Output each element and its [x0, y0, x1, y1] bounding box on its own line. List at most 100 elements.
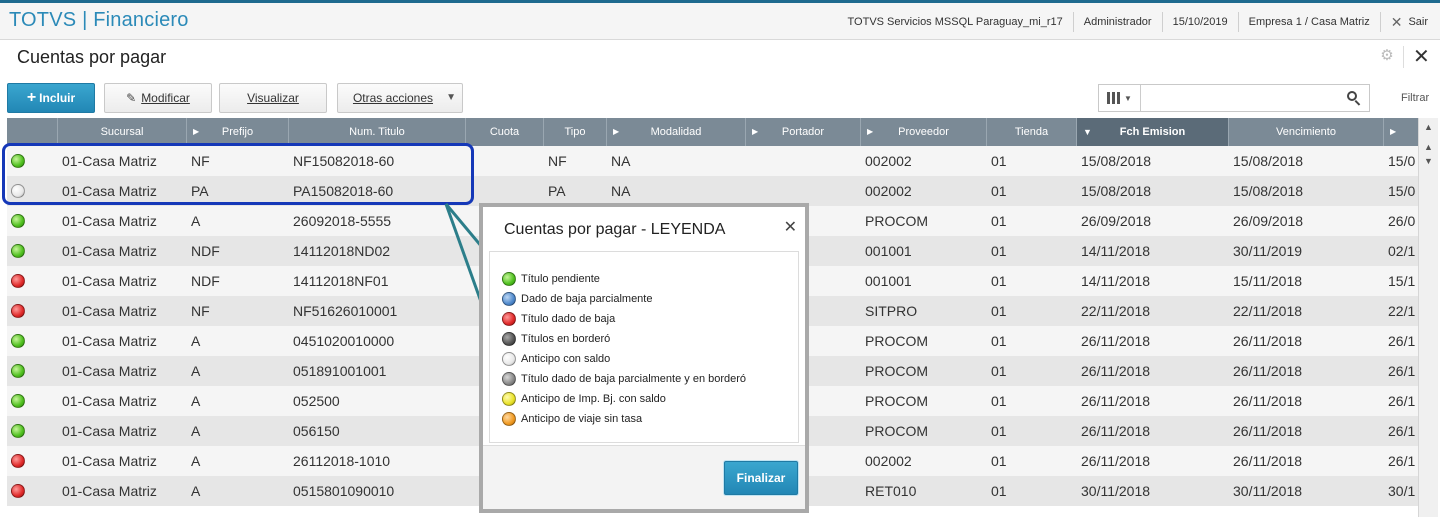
col-prefijo-label: Prefijo: [221, 126, 254, 138]
search-icon[interactable]: [1347, 91, 1361, 106]
cell-prefijo: NF: [191, 303, 210, 319]
status-green-icon[interactable]: [11, 364, 25, 378]
cell-tienda: 01: [991, 243, 1007, 259]
sort-down-icon: ▼: [1083, 127, 1092, 137]
cell-more: 22/1: [1388, 303, 1416, 319]
cell-more: 02/1: [1388, 243, 1416, 259]
cell-sucursal: 01-Casa Matriz: [62, 483, 157, 499]
cell-more: 30/1: [1388, 483, 1416, 499]
status-green-icon: [502, 272, 516, 286]
col-sucursal[interactable]: Sucursal: [58, 118, 187, 146]
view-button[interactable]: Visualizar: [219, 83, 327, 113]
legend-dialog: Cuentas por pagar - LEYENDA ✕ Título pen…: [479, 203, 809, 513]
filter-link[interactable]: Filtrar: [1401, 92, 1429, 104]
col-vencimiento[interactable]: Vencimiento: [1229, 118, 1384, 146]
logout-button[interactable]: ✕ Sair: [1379, 11, 1440, 32]
column-selector[interactable]: ▼: [1099, 85, 1141, 111]
status-red-icon[interactable]: [11, 454, 25, 468]
finish-button[interactable]: Finalizar: [724, 461, 798, 495]
scroll-up-icon[interactable]: ▲: [1419, 122, 1438, 132]
cell-vencimiento: 26/11/2018: [1233, 453, 1303, 469]
cell-vencimiento: 15/11/2018: [1233, 273, 1303, 289]
gear-icon[interactable]: ⚙: [1379, 48, 1395, 64]
legend-list: Título pendiente Dado de baja parcialment…: [489, 251, 799, 443]
user-label: Administrador: [1072, 11, 1162, 32]
cell-status: [7, 416, 58, 446]
cell-proveedor: 002002: [865, 453, 912, 469]
col-fch-emision[interactable]: ▼ Fch Emision: [1077, 118, 1229, 146]
col-portador[interactable]: ▶ Portador: [746, 118, 861, 146]
col-fch-emision-label: Fch Emision: [1119, 126, 1186, 138]
server-label: TOTVS Servicios MSSQL Paraguay_mi_r17: [847, 15, 1063, 28]
cell-fch-emision: 26/11/2018: [1081, 423, 1151, 439]
cell-tienda: 01: [991, 153, 1007, 169]
cell-status: [7, 476, 58, 506]
col-tienda[interactable]: Tienda: [987, 118, 1077, 146]
cell-tienda: 01: [991, 453, 1007, 469]
cell-fch-emision: 26/11/2018: [1081, 393, 1151, 409]
legend-item: Dado de baja parcialmente: [502, 291, 652, 307]
status-green-icon[interactable]: [11, 214, 25, 228]
page-down-icon[interactable]: ▼: [1419, 156, 1438, 166]
cell-prefijo: A: [191, 423, 201, 439]
cell-prefijo: A: [191, 393, 201, 409]
cell-sucursal: 01-Casa Matriz: [62, 423, 157, 439]
legend-item-label: Título pendiente: [521, 273, 600, 285]
cell-vencimiento: 22/11/2018: [1233, 303, 1303, 319]
legend-item: Anticipo con saldo: [502, 351, 610, 367]
cell-vencimiento: 26/11/2018: [1233, 333, 1303, 349]
col-portador-label: Portador: [781, 126, 825, 138]
vertical-scrollbar[interactable]: ▲ ▲ ▼: [1418, 118, 1438, 517]
col-prefijo[interactable]: ▶ Prefijo: [187, 118, 289, 146]
col-more[interactable]: ▶: [1384, 118, 1418, 146]
cell-tienda: 01: [991, 273, 1007, 289]
expand-icon: ▶: [867, 127, 874, 136]
status-red-icon[interactable]: [11, 274, 25, 288]
status-yellow-icon: [502, 392, 516, 406]
col-tipo[interactable]: Tipo: [544, 118, 607, 146]
page-title: Cuentas por pagar: [17, 47, 167, 67]
cell-cuota: [466, 176, 544, 206]
close-icon[interactable]: ✕: [784, 217, 797, 237]
search-input[interactable]: [1143, 87, 1341, 109]
modify-button[interactable]: ✎ Modificar: [104, 83, 212, 113]
cell-proveedor: SITPRO: [865, 303, 918, 319]
col-status[interactable]: [7, 118, 58, 146]
page-up-icon[interactable]: ▲: [1419, 142, 1438, 152]
legend-item: Título dado de baja parcialmente y en bo…: [502, 371, 746, 387]
plus-icon: +: [26, 89, 37, 106]
cell-cuota: [466, 146, 544, 176]
col-cuota[interactable]: Cuota: [466, 118, 544, 146]
include-button[interactable]: + Incluir: [7, 83, 95, 113]
cell-tipo: NF: [548, 153, 567, 169]
cell-portador: [746, 146, 861, 176]
top-info: TOTVS Servicios MSSQL Paraguay_mi_r17 Ad…: [838, 3, 1440, 40]
company-label[interactable]: Empresa 1 / Casa Matriz: [1237, 11, 1380, 32]
status-red-icon[interactable]: [11, 304, 25, 318]
status-green-icon[interactable]: [11, 244, 25, 258]
cell-num-titulo: 0451020010000: [293, 333, 395, 349]
col-proveedor[interactable]: ▶ Proveedor: [861, 118, 987, 146]
cell-more: 15/0: [1388, 153, 1416, 169]
close-window-icon[interactable]: ✕: [1413, 46, 1430, 68]
legend-item: Título pendiente: [502, 271, 600, 287]
highlight-box: [2, 143, 474, 205]
status-red-icon[interactable]: [11, 484, 25, 498]
status-blue-icon: [502, 292, 516, 306]
cell-sucursal: 01-Casa Matriz: [62, 213, 157, 229]
status-green-icon[interactable]: [11, 424, 25, 438]
include-label: Incluir: [39, 91, 76, 105]
cell-more: 26/0: [1388, 213, 1416, 229]
cell-sucursal: 01-Casa Matriz: [62, 363, 157, 379]
status-green-icon[interactable]: [11, 394, 25, 408]
col-num-titulo[interactable]: Num. Titulo: [289, 118, 466, 146]
cell-fch-emision: 26/11/2018: [1081, 363, 1151, 379]
col-modalidad[interactable]: ▶ Modalidad: [607, 118, 746, 146]
legend-item-label: Título dado de baja parcialmente y en bo…: [521, 373, 747, 385]
legend-item-label: Anticipo con saldo: [521, 353, 611, 365]
status-green-icon[interactable]: [11, 334, 25, 348]
cell-tienda: 01: [991, 333, 1007, 349]
other-actions-button[interactable]: Otras acciones ▼: [337, 83, 463, 113]
cell-portador: [746, 176, 861, 206]
cell-vencimiento: 30/11/2019: [1233, 243, 1303, 259]
